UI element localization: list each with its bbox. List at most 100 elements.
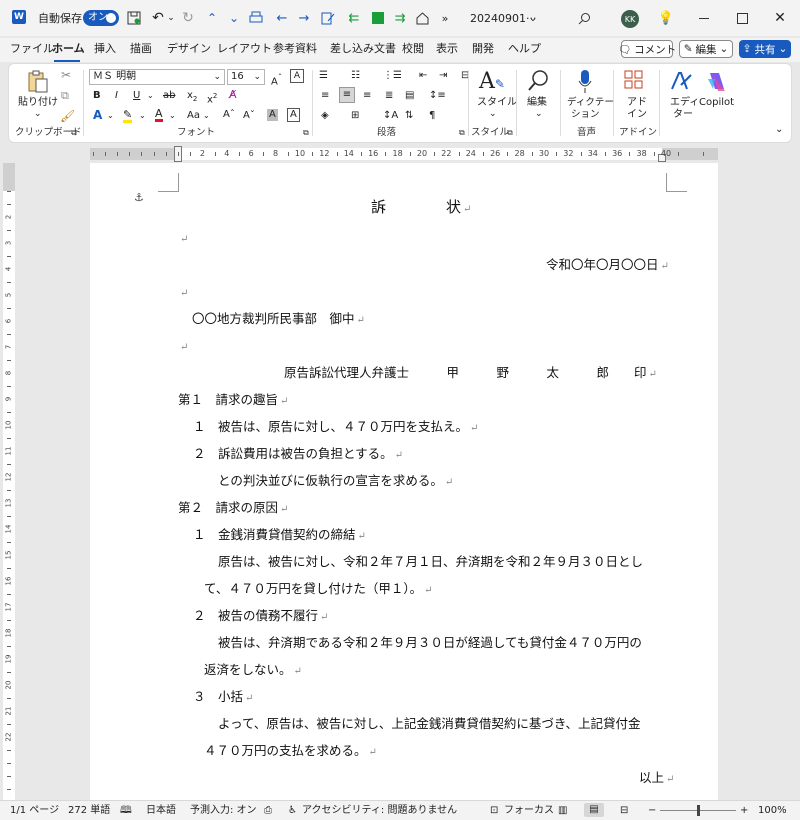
empty-line[interactable]: ↵ xyxy=(178,230,188,248)
doc-attorney[interactable]: 原告訴訟代理人弁護士 甲 野 太 郎 印 ↵ xyxy=(284,365,657,383)
grow-font-icon[interactable]: Aˆ xyxy=(223,109,235,121)
zoom-slider[interactable] xyxy=(660,805,736,816)
vertical-ruler[interactable]: 2 3 4 5 6 7 8 9 10 11 12 13 14 15 16 17 18 19 20 21 22 xyxy=(0,163,18,803)
doc-s2-3h[interactable]: ３ 小括 ↵ xyxy=(193,689,253,707)
align-left-icon[interactable]: ≡ xyxy=(321,90,329,102)
style-dropdown-icon[interactable]: ⌄ xyxy=(489,108,497,120)
editor-icon[interactable] xyxy=(669,69,693,93)
sort-icon[interactable]: ↕A xyxy=(383,110,398,122)
text-predictions[interactable]: 予測入力: オン xyxy=(190,804,257,817)
font-name-select[interactable]: ＭＳ 明朝 ⌄ xyxy=(89,69,225,85)
char-shading-icon[interactable]: A xyxy=(267,109,278,121)
avatar[interactable]: KK xyxy=(621,10,639,28)
redo-icon[interactable]: ↻ xyxy=(180,10,196,26)
doc-s1-3[interactable]: との判決並びに仮執行の宣言を求める。 ↵ xyxy=(218,473,453,491)
font-color-dropdown-icon[interactable]: ⌄ xyxy=(169,110,176,122)
font-size-select[interactable]: 16 ⌄ xyxy=(227,69,265,85)
doc-s2-2h[interactable]: ２ 被告の債務不履行 ↵ xyxy=(193,608,328,626)
maximize-icon[interactable] xyxy=(732,10,752,26)
word-count[interactable]: 272 単語 xyxy=(68,804,110,817)
show-marks-icon[interactable]: ¶ xyxy=(429,110,435,122)
print-layout-icon[interactable]: ▤ xyxy=(584,803,604,817)
doc-date[interactable]: 令和〇年〇月〇〇日 ↵ xyxy=(546,257,669,275)
copy-icon[interactable]: ⧉ xyxy=(61,90,69,102)
chevron-down-icon[interactable]: ⌄ xyxy=(226,10,242,26)
addin-label-2[interactable]: イン xyxy=(627,109,647,121)
subscript-icon[interactable]: x2 xyxy=(187,90,197,105)
highlight-dropdown-icon[interactable]: ⌄ xyxy=(139,110,146,122)
clipboard-launcher-icon[interactable]: ⧉ xyxy=(71,127,77,139)
paragraph-launcher-icon[interactable]: ⧉ xyxy=(459,127,465,139)
tab-mailings[interactable]: 差し込み文書 xyxy=(330,42,396,56)
doc-sec2[interactable]: 第２ 請求の原因 ↵ xyxy=(178,500,288,518)
arrow-right-icon[interactable]: → xyxy=(296,10,312,26)
doc-s2-2a[interactable]: 被告は、弁済期である令和２年９月３０日が経過しても貸付金４７０万円の xyxy=(218,635,642,651)
comment-button[interactable]: 🗨 コメント xyxy=(618,40,676,58)
align-right-icon[interactable]: ≡ xyxy=(363,90,371,102)
addin-grid-icon[interactable] xyxy=(624,70,644,90)
more-commands-icon[interactable]: » xyxy=(438,10,452,26)
underline-icon[interactable]: U xyxy=(133,90,140,102)
borders-icon[interactable]: ⊞ xyxy=(351,110,359,122)
copilot-icon[interactable] xyxy=(705,69,729,93)
doc-name-dropdown-icon[interactable]: ⌄ xyxy=(526,10,540,26)
bullets-icon[interactable]: ☰ xyxy=(319,70,328,82)
zoom-out-icon[interactable]: − xyxy=(648,804,656,817)
editor-label-1[interactable]: エディ xyxy=(670,97,699,109)
chevron-up-icon[interactable]: ⌃ xyxy=(204,10,220,26)
empty-line[interactable]: ↵ xyxy=(178,338,188,356)
align-center-icon[interactable]: ≡ xyxy=(339,87,355,103)
dictate-label-2[interactable]: ション xyxy=(571,109,600,121)
autosave-toggle[interactable]: オン xyxy=(83,10,119,26)
doc-s2-1h[interactable]: １ 金銭消費貸借契約の締結 ↵ xyxy=(193,527,366,545)
tab-help[interactable]: ヘルプ xyxy=(508,42,541,56)
style-button[interactable]: スタイル xyxy=(477,97,517,109)
change-case-dropdown-icon[interactable]: ⌄ xyxy=(203,110,210,122)
font-launcher-icon[interactable]: ⧉ xyxy=(303,127,309,139)
style-launcher-icon[interactable]: ⧉ xyxy=(507,127,513,139)
document-page[interactable]: ⚓ 訴 状 ↵ ↵ 令和〇年〇月〇〇日 ↵ ↵ 〇〇地方裁判所民事部 御中 ↵ ↵ 原… xyxy=(90,163,718,803)
superscript-icon[interactable]: x2 xyxy=(207,90,217,106)
doc-title[interactable]: 訴 状 ↵ xyxy=(371,198,471,219)
decrease-indent-icon[interactable]: ⇤ xyxy=(419,70,427,82)
line-spacing-icon[interactable]: ↕≡ xyxy=(429,90,446,102)
doc-s1-2[interactable]: ２ 訴訟費用は被告の負担とする。 ↵ xyxy=(193,446,403,464)
search-icon[interactable] xyxy=(576,10,592,26)
doc-s2-2b[interactable]: 返済をしない。 ↵ xyxy=(204,662,302,680)
numbering-icon[interactable]: ☷ xyxy=(351,70,360,82)
multilevel-icon[interactable]: ⋮☰ xyxy=(383,70,402,82)
tab-layout[interactable]: レイアウト xyxy=(217,42,272,56)
undo-icon[interactable]: ↶ xyxy=(150,10,166,26)
font-color-icon[interactable]: A xyxy=(155,108,163,122)
tab-file[interactable]: ファイル xyxy=(10,42,54,56)
editor-label-2[interactable]: ター xyxy=(673,109,693,121)
edit-dropdown-icon[interactable]: ⌄ xyxy=(535,108,543,120)
tab-review[interactable]: 校閲 xyxy=(402,42,424,56)
style-icon[interactable]: A✎ xyxy=(479,69,505,95)
text-effects-icon[interactable]: A xyxy=(93,109,102,121)
copilot-button[interactable]: Copilot xyxy=(699,97,734,109)
doc-court[interactable]: 〇〇地方裁判所民事部 御中 ↵ xyxy=(192,311,365,329)
doc-s2-1a[interactable]: 原告は、被告に対し、令和２年７月１日、弁済期を令和２年９月３０日とし xyxy=(218,554,643,570)
tab-view[interactable]: 表示 xyxy=(436,42,458,56)
paste-icon[interactable] xyxy=(27,70,49,94)
read-mode-icon[interactable]: ▥ xyxy=(558,804,567,817)
microphone-icon[interactable] xyxy=(577,69,593,95)
text-effect-icon[interactable]: A̸ xyxy=(229,89,237,101)
doc-closing[interactable]: 以上 ↵ xyxy=(639,770,674,788)
doc-s2-3b[interactable]: ４７０万円の支払を求める。 ↵ xyxy=(204,743,377,761)
char-border-icon[interactable]: A xyxy=(287,108,300,122)
green-arrow-left-icon[interactable]: ⇇ xyxy=(346,10,362,26)
tab-insert[interactable]: 挿入 xyxy=(94,42,116,56)
justify-icon[interactable]: ≣ xyxy=(385,90,393,102)
anchor-icon[interactable]: ⚓ xyxy=(134,191,144,204)
highlight-icon[interactable]: ✎ xyxy=(123,109,133,123)
print-icon[interactable] xyxy=(248,10,264,26)
doc-sec1[interactable]: 第１ 請求の趣旨 ↵ xyxy=(178,392,288,410)
text-direction-icon[interactable]: ⇅ xyxy=(405,110,413,122)
home-icon[interactable] xyxy=(414,10,430,26)
ribbon-collapse-icon[interactable]: ⌄ xyxy=(775,124,783,136)
green-arrow-right-icon[interactable]: ⇉ xyxy=(392,10,408,26)
close-icon[interactable]: ✕ xyxy=(770,10,790,26)
web-layout-icon[interactable]: ⊟ xyxy=(620,804,628,817)
